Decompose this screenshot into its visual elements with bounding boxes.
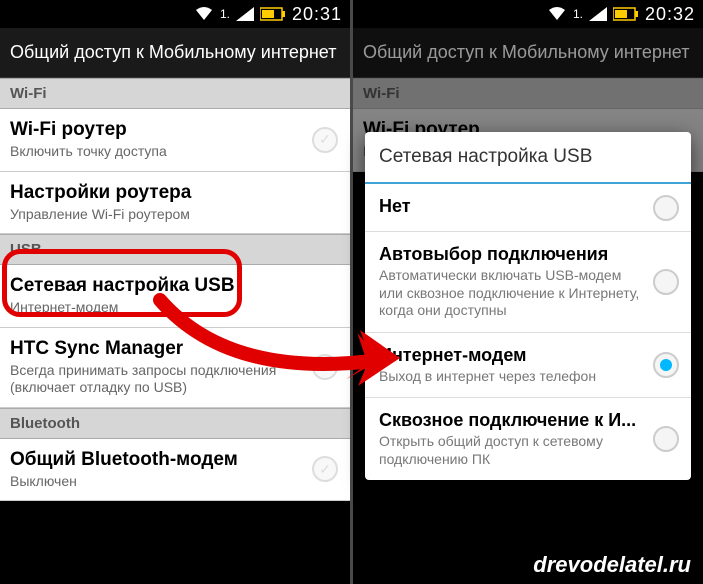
item-wifi-router[interactable]: Wi-Fi роутер Включить точку доступа ✓: [0, 109, 350, 172]
radio-icon[interactable]: [653, 426, 679, 452]
dialog-option-none[interactable]: Нет: [365, 184, 691, 232]
section-bluetooth: Bluetooth: [0, 408, 350, 439]
option-title: Нет: [379, 196, 641, 217]
dialog-option-passthrough[interactable]: Сквозное подключение к И... Открыть общи…: [365, 398, 691, 480]
signal-icon: [589, 7, 607, 21]
item-title: Общий Bluetooth-модем: [10, 449, 300, 471]
sim-label: 1.: [220, 7, 230, 21]
dialog-option-internet-modem[interactable]: Интернет-модем Выход в интернет через те…: [365, 333, 691, 399]
checkbox-icon[interactable]: ✓: [312, 456, 338, 482]
settings-list: Wi-Fi Wi-Fi роутер Включить точку доступ…: [0, 78, 350, 584]
sim-label: 1.: [573, 7, 583, 21]
checkbox-icon[interactable]: ✓: [312, 354, 338, 380]
wifi-icon: [547, 6, 567, 22]
signal-icon: [236, 7, 254, 21]
item-htc-sync[interactable]: HTC Sync Manager Всегда принимать запрос…: [0, 328, 350, 408]
option-title: Интернет-модем: [379, 345, 641, 366]
item-title: Wi-Fi роутер: [10, 119, 300, 141]
dialog-title: Сетевая настройка USB: [365, 132, 691, 184]
item-bt-modem[interactable]: Общий Bluetooth-модем Выключен ✓: [0, 439, 350, 502]
section-usb: USB: [0, 234, 350, 265]
item-subtitle: Управление Wi-Fi роутером: [10, 206, 300, 224]
option-subtitle: Автоматически включать USB-модем или скв…: [379, 267, 641, 320]
status-bar: 1. 20:32: [353, 0, 703, 28]
battery-icon: [260, 7, 286, 21]
battery-icon: [613, 7, 639, 21]
radio-icon-selected[interactable]: [653, 352, 679, 378]
clock: 20:31: [292, 4, 342, 25]
dialog-option-auto[interactable]: Автовыбор подключения Автоматически вклю…: [365, 232, 691, 333]
item-router-settings[interactable]: Настройки роутера Управление Wi-Fi роуте…: [0, 172, 350, 235]
app-header: Общий доступ к Мобильному интернет: [0, 28, 350, 78]
checkbox-icon[interactable]: ✓: [312, 127, 338, 153]
option-subtitle: Открыть общий доступ к сетевому подключе…: [379, 433, 641, 468]
item-subtitle: Интернет-модем: [10, 299, 300, 317]
option-title: Сквозное подключение к И...: [379, 410, 641, 431]
watermark: drevodelatel.ru: [533, 552, 691, 578]
radio-icon[interactable]: [653, 195, 679, 221]
item-subtitle: Включить точку доступа: [10, 143, 300, 161]
item-subtitle: Всегда принимать запросы подключения (вк…: [10, 362, 300, 397]
radio-icon[interactable]: [653, 269, 679, 295]
clock: 20:32: [645, 4, 695, 25]
status-bar: 1. 20:31: [0, 0, 350, 28]
item-usb-network[interactable]: Сетевая настройка USB Интернет-модем: [0, 265, 350, 328]
option-title: Автовыбор подключения: [379, 244, 641, 265]
wifi-icon: [194, 6, 214, 22]
option-subtitle: Выход в интернет через телефон: [379, 368, 641, 386]
phone-left: 1. 20:31 Общий доступ к Мобильному интер…: [0, 0, 350, 584]
section-wifi: Wi-Fi: [0, 78, 350, 109]
dialog-usb-network: Сетевая настройка USB Нет Автовыбор подк…: [365, 132, 691, 480]
item-title: Сетевая настройка USB: [10, 275, 300, 297]
item-subtitle: Выключен: [10, 473, 300, 491]
phone-right: 1. 20:32 Общий доступ к Мобильному интер…: [353, 0, 703, 584]
item-title: Настройки роутера: [10, 182, 300, 204]
item-title: HTC Sync Manager: [10, 338, 300, 360]
